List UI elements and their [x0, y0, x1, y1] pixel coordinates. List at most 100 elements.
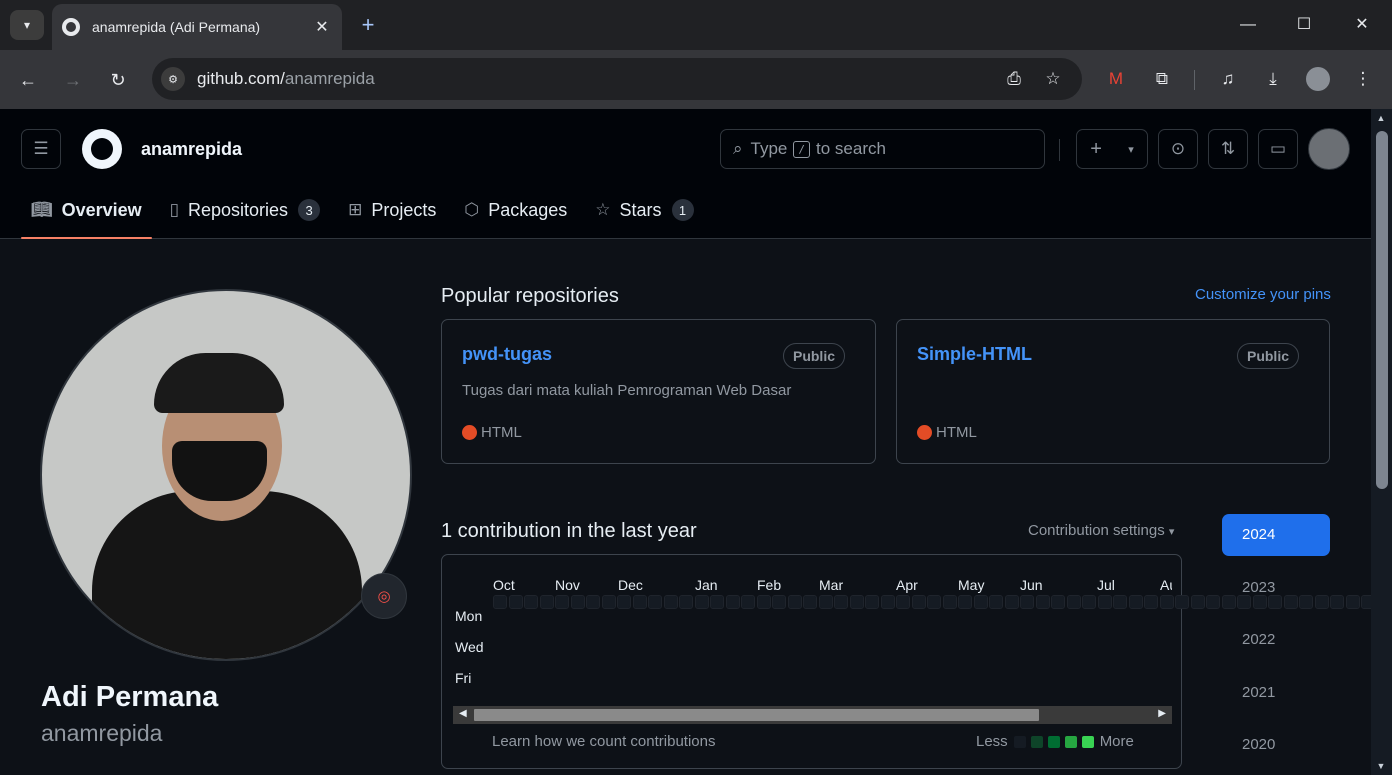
graph-horizontal-scrollbar[interactable]: ◀ ▶	[453, 706, 1172, 724]
contribution-cell[interactable]	[1051, 595, 1065, 609]
year-link-2020[interactable]: 2020	[1222, 724, 1330, 766]
customize-pins-link[interactable]: Customize your pins	[1195, 286, 1331, 303]
profile-photo[interactable]	[40, 289, 412, 661]
contribution-cell[interactable]	[508, 595, 523, 609]
contribution-cell[interactable]	[586, 595, 600, 609]
contribution-cell[interactable]	[663, 595, 678, 609]
contribution-cell[interactable]	[679, 595, 693, 609]
scroll-up-icon[interactable]: ▲	[1375, 113, 1387, 123]
search-input[interactable]: ⌕ Type / to search	[720, 129, 1045, 169]
scroll-right-icon[interactable]: ▶	[1158, 708, 1166, 719]
contribution-cell[interactable]	[973, 595, 988, 609]
inbox-icon[interactable]: ▭	[1258, 129, 1298, 169]
back-icon[interactable]: ←	[13, 65, 43, 95]
contribution-cell[interactable]	[694, 595, 709, 609]
contribution-cell[interactable]	[1190, 595, 1205, 609]
year-link-2024[interactable]: 2024	[1222, 514, 1330, 556]
year-link-2022[interactable]: 2022	[1222, 619, 1330, 661]
hamburger-menu-icon[interactable]: ☰	[21, 129, 61, 169]
contribution-cell[interactable]	[1144, 595, 1158, 609]
contribution-cell[interactable]	[942, 595, 957, 609]
profile-avatar-icon[interactable]	[1306, 67, 1330, 91]
set-status-icon[interactable]: ◎	[361, 573, 407, 619]
contribution-cell[interactable]	[1330, 595, 1344, 609]
page-scrollbar-thumb[interactable]	[1376, 131, 1388, 489]
contribution-cell[interactable]	[1159, 595, 1174, 609]
contribution-cell[interactable]	[1066, 595, 1081, 609]
contribution-cell[interactable]	[880, 595, 895, 609]
tab-projects[interactable]: ⊞ Projects	[338, 187, 446, 233]
contribution-cell[interactable]	[756, 595, 771, 609]
menu-kebab-icon[interactable]: ⋮	[1349, 65, 1377, 93]
repo-name-link[interactable]: Simple-HTML	[917, 344, 1032, 365]
bookmark-star-icon[interactable]: ☆	[1041, 67, 1065, 91]
close-window-icon[interactable]: ✕	[1347, 10, 1377, 40]
contribution-cell[interactable]	[803, 595, 817, 609]
year-link-2021[interactable]: 2021	[1222, 672, 1330, 714]
contribution-cell[interactable]	[865, 595, 879, 609]
tab-stars[interactable]: ☆ Stars 1	[585, 187, 703, 233]
contribution-cell[interactable]	[601, 595, 616, 609]
contribution-cell[interactable]	[570, 595, 585, 609]
contribution-cell[interactable]	[710, 595, 724, 609]
contribution-cell[interactable]	[958, 595, 972, 609]
contribution-cell[interactable]	[1175, 595, 1189, 609]
contribution-cell[interactable]	[539, 595, 554, 609]
tab-search-button[interactable]: ▾	[10, 10, 44, 40]
page-scrollbar[interactable]: ▲ ▼	[1371, 109, 1392, 775]
address-bar[interactable]: ⚙ github.com/anamrepida ⎙ ☆	[152, 58, 1082, 100]
close-tab-icon[interactable]: ✕	[310, 17, 334, 37]
contribution-cell[interactable]	[493, 595, 507, 609]
contribution-settings-button[interactable]: Contribution settings ▾	[1028, 522, 1174, 539]
contribution-cell[interactable]	[1004, 595, 1019, 609]
forward-icon[interactable]: →	[58, 65, 88, 95]
contribution-cell[interactable]	[617, 595, 631, 609]
contribution-cell[interactable]	[1020, 595, 1034, 609]
contribution-cell[interactable]	[1345, 595, 1360, 609]
issues-icon[interactable]: ⊙	[1158, 129, 1198, 169]
learn-contributions-link[interactable]: Learn how we count contributions	[492, 733, 715, 750]
tab-packages[interactable]: ⬡ Packages	[454, 187, 577, 233]
site-info-icon[interactable]: ⚙	[161, 67, 185, 91]
contribution-cell[interactable]	[849, 595, 864, 609]
new-tab-button[interactable]: +	[356, 12, 380, 38]
contribution-cell[interactable]	[834, 595, 848, 609]
media-controls-icon[interactable]: ♫	[1214, 65, 1242, 93]
tab-overview[interactable]: 📖︎ Overview	[21, 187, 152, 239]
reload-icon[interactable]: ↻	[103, 65, 133, 95]
contribution-cell[interactable]	[787, 595, 802, 609]
contribution-cell[interactable]	[1082, 595, 1096, 609]
contribution-cell[interactable]	[927, 595, 941, 609]
install-app-icon[interactable]: ⎙	[1002, 67, 1026, 91]
url-text[interactable]: github.com/anamrepida	[197, 69, 375, 89]
scrollbar-thumb[interactable]	[474, 709, 1039, 721]
contribution-cell[interactable]	[896, 595, 910, 609]
contribution-cell[interactable]	[648, 595, 662, 609]
contribution-cell[interactable]	[1035, 595, 1050, 609]
contribution-cell[interactable]	[725, 595, 740, 609]
contribution-cell[interactable]	[632, 595, 647, 609]
contribution-cell[interactable]	[772, 595, 786, 609]
contribution-cell[interactable]	[911, 595, 926, 609]
contribution-cell[interactable]	[818, 595, 833, 609]
scroll-down-icon[interactable]: ▼	[1375, 761, 1387, 771]
contribution-cell[interactable]	[1361, 595, 1371, 609]
header-username[interactable]: anamrepida	[141, 139, 242, 160]
contribution-cell[interactable]	[741, 595, 755, 609]
minimize-icon[interactable]: —	[1233, 10, 1263, 40]
browser-tab[interactable]: anamrepida (Adi Permana) ✕	[52, 4, 342, 50]
github-logo-icon[interactable]	[82, 129, 122, 169]
gmail-extension-icon[interactable]: M	[1102, 65, 1130, 93]
create-new-button[interactable]: + ▾	[1076, 129, 1148, 169]
user-avatar[interactable]	[1308, 128, 1350, 170]
tab-repositories[interactable]: ▯ Repositories 3	[160, 187, 330, 233]
maximize-icon[interactable]: ☐	[1289, 10, 1319, 40]
extensions-icon[interactable]: ⧉	[1148, 65, 1176, 93]
contribution-cell[interactable]	[524, 595, 538, 609]
contribution-cell[interactable]	[555, 595, 569, 609]
year-link-2023[interactable]: 2023	[1222, 567, 1330, 609]
contribution-cell[interactable]	[1097, 595, 1112, 609]
contribution-cell[interactable]	[1128, 595, 1143, 609]
contribution-cell[interactable]	[1206, 595, 1220, 609]
pull-requests-icon[interactable]: ⇅	[1208, 129, 1248, 169]
